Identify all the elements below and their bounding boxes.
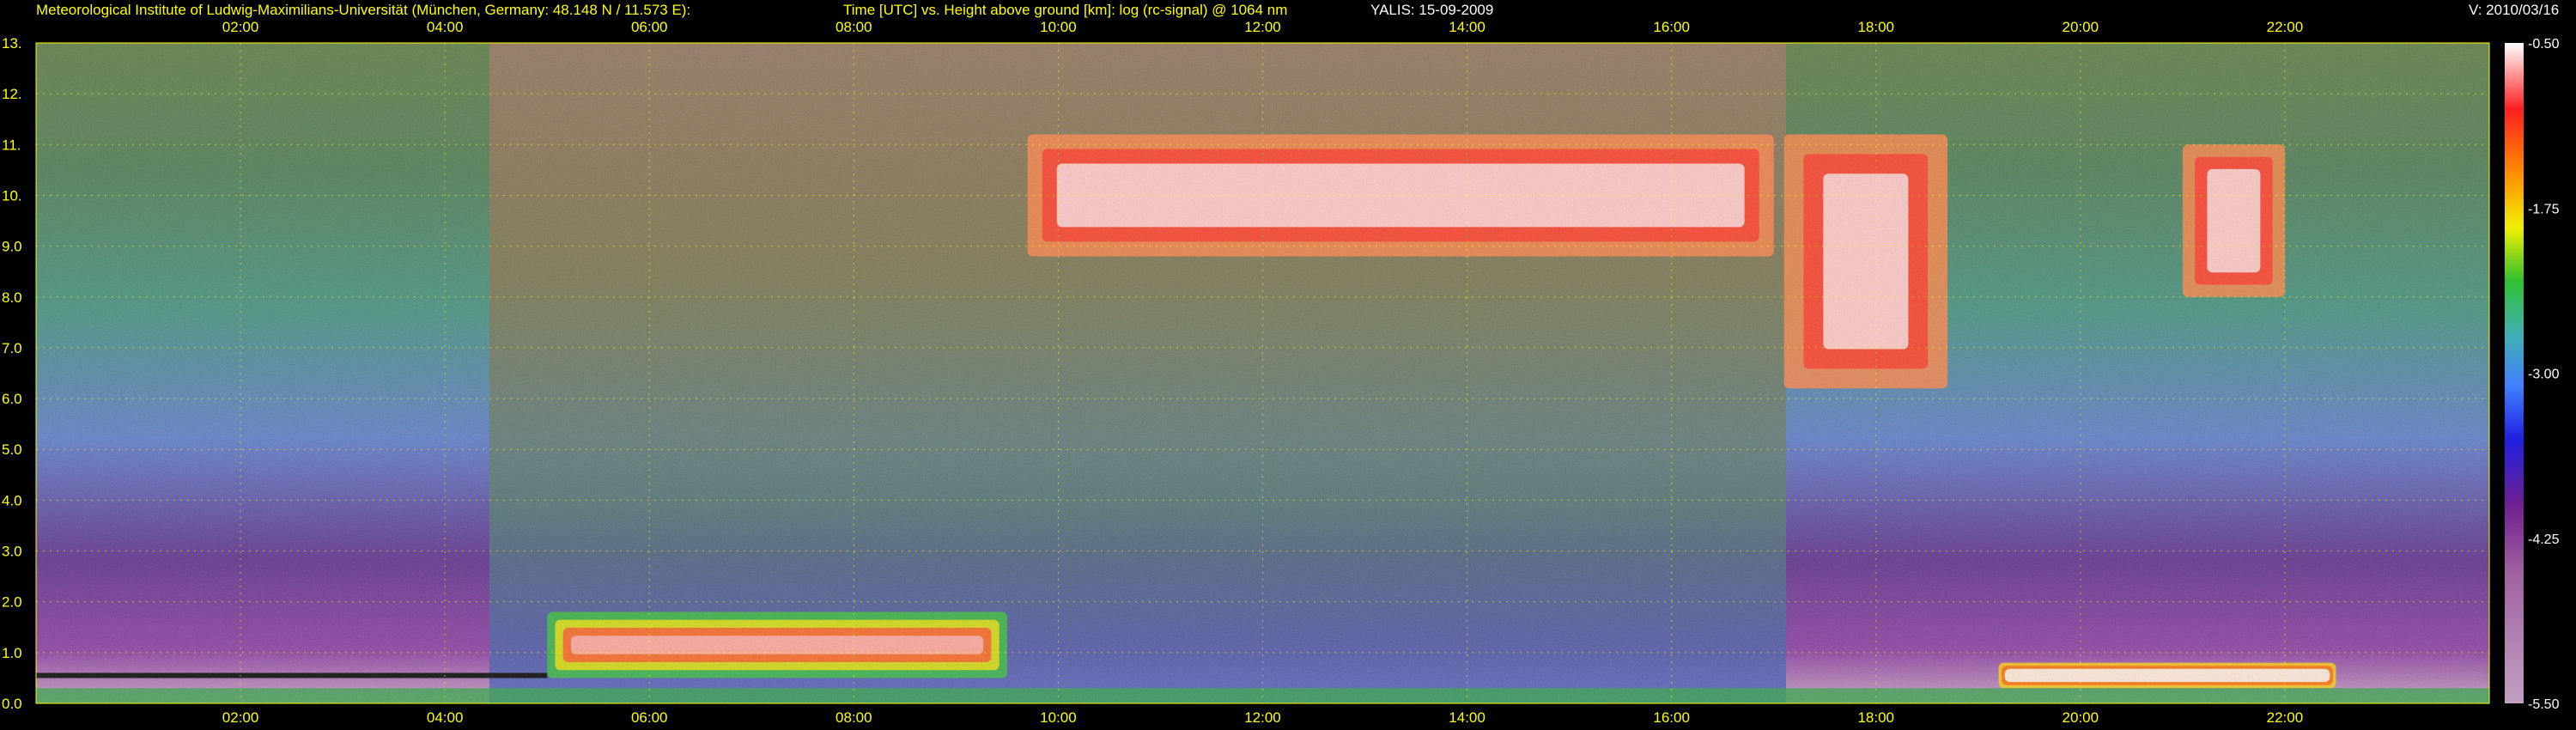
x-tick-bottom-5: 12:00 xyxy=(1244,709,1281,726)
x-axis-top: 02:00 04:00 06:00 08:00 10:00 12:00 14:00 16:00… xyxy=(222,19,2303,35)
y-tick-7: 7.0 xyxy=(2,340,22,356)
lidar-quicklook: Meteorological Institute of Ludwig-Maxim… xyxy=(2,2,2560,726)
y-tick-12: 12. xyxy=(2,86,22,102)
y-tick-8: 8.0 xyxy=(2,289,22,306)
x-tick-top-2: 06:00 xyxy=(631,19,668,35)
y-tick-0: 0.0 xyxy=(2,696,22,712)
colorbar-label-3: -4.25 xyxy=(2528,532,2560,547)
instrument-date-label: YALIS: 15-09-2009 xyxy=(1370,2,1493,18)
colorbar-gradient xyxy=(2505,43,2524,703)
y-tick-10: 10. xyxy=(2,187,22,204)
y-tick-13: 13. xyxy=(2,35,22,52)
x-tick-bottom-1: 04:00 xyxy=(427,709,464,726)
x-tick-top-5: 12:00 xyxy=(1244,19,1281,35)
x-tick-top-3: 08:00 xyxy=(835,19,872,35)
x-tick-bottom-8: 18:00 xyxy=(1857,709,1894,726)
y-tick-6: 6.0 xyxy=(2,391,22,407)
y-tick-2: 2.0 xyxy=(2,594,22,611)
x-axis-bottom: 02:00 04:00 06:00 08:00 10:00 12:00 14:00 16:00… xyxy=(222,709,2303,726)
y-tick-3: 3.0 xyxy=(2,544,22,560)
x-tick-top-9: 20:00 xyxy=(2063,19,2099,35)
y-tick-5: 5.0 xyxy=(2,441,22,458)
x-tick-top-4: 10:00 xyxy=(1040,19,1077,35)
y-tick-9: 9.0 xyxy=(2,239,22,255)
x-tick-bottom-4: 10:00 xyxy=(1040,709,1077,726)
x-tick-top-6: 14:00 xyxy=(1449,19,1485,35)
x-tick-bottom-9: 20:00 xyxy=(2063,709,2099,726)
x-tick-top-8: 18:00 xyxy=(1857,19,1894,35)
colorbar-labels: -0.50 -1.75 -3.00 -4.25 -5.50 xyxy=(2528,37,2560,712)
x-tick-bottom-0: 02:00 xyxy=(222,709,259,726)
chart-title: Time [UTC] vs. Height above ground [km]:… xyxy=(843,2,1287,18)
x-tick-top-0: 02:00 xyxy=(222,19,259,35)
y-axis: 0.0 1.0 2.0 3.0 4.0 5.0 6.0 7.0 8.0 9.0 10. 11. 12. 1… xyxy=(2,35,22,712)
x-tick-bottom-10: 22:00 xyxy=(2267,709,2304,726)
x-tick-bottom-6: 14:00 xyxy=(1449,709,1485,726)
x-tick-top-7: 16:00 xyxy=(1653,19,1690,35)
y-tick-4: 4.0 xyxy=(2,492,22,508)
y-tick-1: 1.0 xyxy=(2,645,22,661)
x-tick-top-1: 04:00 xyxy=(427,19,464,35)
colorbar-label-2: -3.00 xyxy=(2528,368,2560,382)
colorbar-label-0: -0.50 xyxy=(2528,37,2560,52)
colorbar-label-1: -1.75 xyxy=(2528,202,2560,216)
x-tick-bottom-2: 06:00 xyxy=(631,709,668,726)
version-label: V: 2010/03/16 xyxy=(2469,2,2559,18)
institute-label: Meteorological Institute of Ludwig-Maxim… xyxy=(36,2,690,18)
x-tick-bottom-3: 08:00 xyxy=(835,709,872,726)
plot-area xyxy=(35,42,2490,704)
colorbar: -0.50 -1.75 -3.00 -4.25 -5.50 xyxy=(2505,37,2560,712)
x-tick-bottom-7: 16:00 xyxy=(1653,709,1690,726)
y-tick-11: 11. xyxy=(2,137,21,153)
x-tick-top-10: 22:00 xyxy=(2267,19,2304,35)
colorbar-label-4: -5.50 xyxy=(2528,697,2560,712)
